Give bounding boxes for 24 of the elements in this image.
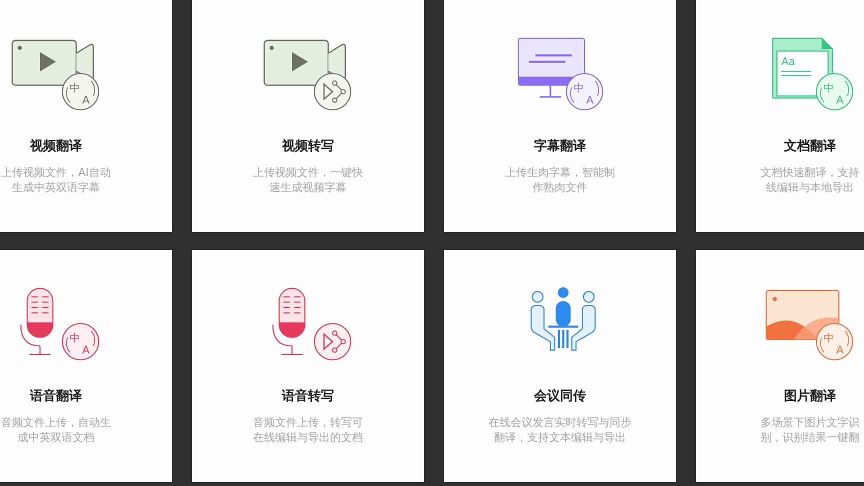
card-title: 字幕翻译 (534, 138, 586, 155)
card-description: 在线会议发言实时转写与同步 翻译，支持文本编辑与导出 (488, 415, 632, 445)
feature-card[interactable]: Aa 中 A 文档翻译 文档快速翻译，支持 线编辑与本地导出 (696, 0, 864, 232)
card-title: 视频转写 (282, 138, 334, 155)
card-description: 文档快速翻译，支持 线编辑与本地导出 (760, 165, 860, 195)
card-description: 音频文件上传，自动生 成中英双语文档 (1, 415, 111, 445)
card-title: 图片翻译 (784, 388, 836, 405)
feature-card[interactable]: 语音转写 音频文件上传，转写可 在线编辑与导出的文档 (192, 250, 424, 482)
card-title: 会议同传 (534, 388, 586, 405)
card-description: 上传视频文件，AI自动 生成中英双语字幕 (1, 165, 111, 195)
feature-card[interactable]: 视频转写 上传视频文件，一键快 速生成视频字幕 (192, 0, 424, 232)
feature-card[interactable]: 中 A 视频翻译 上传视频文件，AI自动 生成中英双语字幕 (0, 0, 172, 232)
card-title: 文档翻译 (784, 138, 836, 155)
feature-card[interactable]: 中 A 字幕翻译 上传生肉字幕，智能制 作熟肉文件 (444, 0, 676, 232)
card-title: 语音转写 (282, 388, 334, 405)
card-description: 上传生肉字幕，智能制 作熟肉文件 (505, 165, 615, 195)
feature-card[interactable]: 会议同传 在线会议发言实时转写与同步 翻译，支持文本编辑与导出 (444, 250, 676, 482)
card-title: 视频翻译 (30, 138, 82, 155)
card-description: 上传视频文件，一键快 速生成视频字幕 (253, 165, 363, 195)
card-description: 多场景下图片文字识 别，识别结果一键翻 (760, 415, 860, 445)
feature-card[interactable]: 中 A 语音翻译 音频文件上传，自动生 成中英双语文档 (0, 250, 172, 482)
feature-card[interactable]: 中 A 图片翻译 多场景下图片文字识 别，识别结果一键翻 (696, 250, 864, 482)
card-description: 音频文件上传，转写可 在线编辑与导出的文档 (253, 415, 363, 445)
card-title: 语音翻译 (30, 388, 82, 405)
